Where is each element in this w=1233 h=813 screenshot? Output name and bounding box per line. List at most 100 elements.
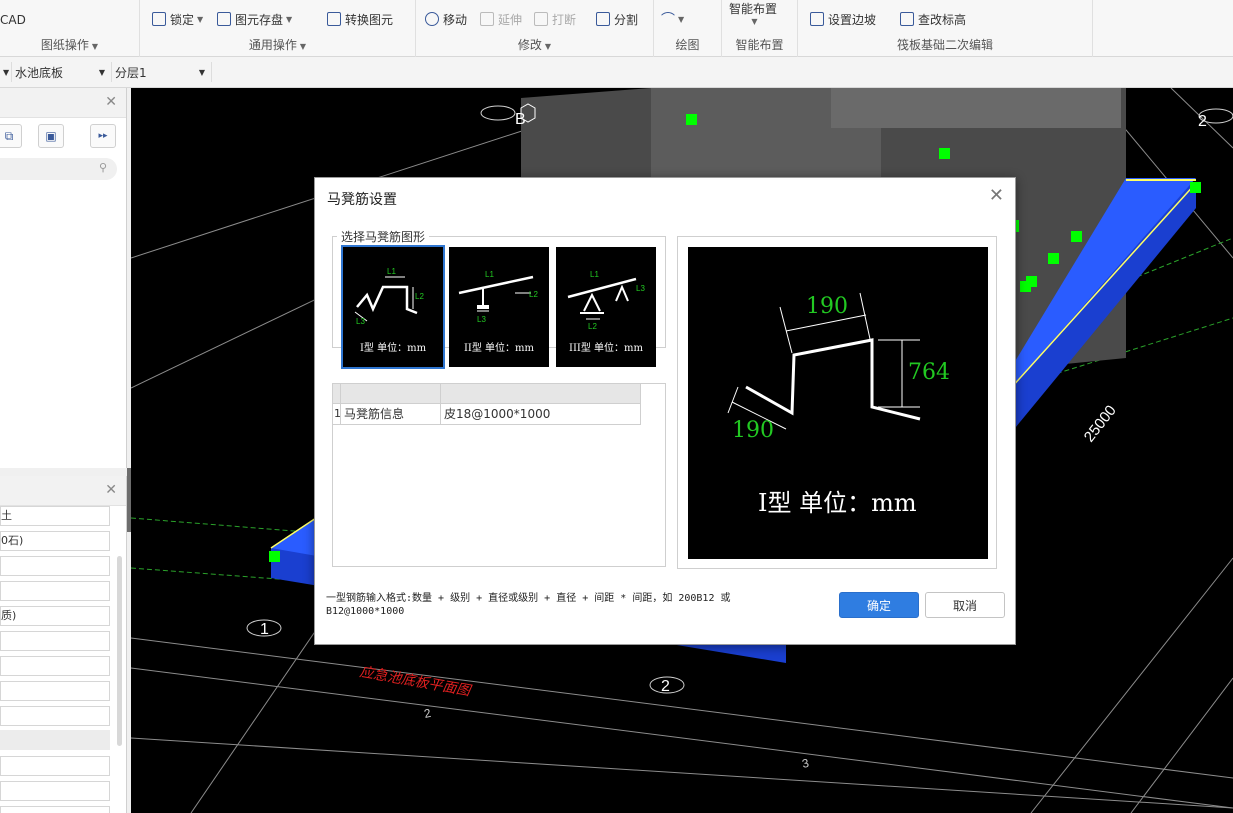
copy-icon: ⧉ (4, 128, 14, 143)
convert-element-button[interactable]: 转换图元 (327, 10, 393, 28)
axis-label: B (515, 111, 526, 128)
caret-down-icon: ▼ (751, 17, 758, 26)
shape-option-type-3[interactable]: L1 L3 L2 III型 单位：mm (556, 247, 656, 367)
lock-icon (152, 12, 166, 26)
property-value[interactable] (0, 706, 110, 726)
shape-option-type-2[interactable]: L1 L2 L3 II型 单位：mm (449, 247, 549, 367)
property-value[interactable] (0, 581, 110, 601)
lock-button[interactable]: 锁定 ▼ (152, 10, 203, 28)
cancel-button[interactable]: 取消 (925, 592, 1005, 618)
ribbon-group-draw: ⌒ ▼ 绘图 (654, 0, 722, 57)
thumb-caption: II型 单位：mm (463, 343, 535, 354)
dimension-label: 25000 (1081, 402, 1120, 445)
move-icon (425, 12, 439, 26)
caret-down-icon: ▼ (91, 42, 99, 51)
layer-copy-icon: ▣ (45, 129, 57, 143)
selector-bar: ▼ 水池底板 ▼ 分层1 ▼ (0, 57, 1233, 88)
arc-draw-button[interactable]: ⌒ ▼ (661, 10, 684, 28)
property-value[interactable] (0, 656, 110, 676)
layer-copy-button[interactable]: ▣ (38, 124, 64, 148)
close-icon[interactable]: ✕ (105, 94, 117, 110)
break-button[interactable]: 打断 (534, 10, 576, 28)
close-icon[interactable]: ✕ (989, 185, 1004, 206)
property-value[interactable] (0, 681, 110, 701)
property-value[interactable]: 0石) (0, 531, 110, 551)
caret-down-icon: ▼ (544, 42, 552, 51)
axis-label: 2 (1198, 113, 1207, 130)
preview-caption: I型 单位：mm (758, 489, 917, 517)
shape-option-type-1[interactable]: L1 L2 L3 I型 单位：mm (341, 245, 445, 369)
save-element-button[interactable]: 图元存盘 ▼ (217, 10, 292, 28)
close-icon[interactable]: ✕ (105, 482, 117, 498)
ribbon-group-label[interactable]: 通用操作 ▼ (140, 36, 415, 53)
axis-label: 2 (661, 678, 670, 695)
property-group-row[interactable] (0, 730, 110, 750)
property-value[interactable]: 土 (0, 506, 110, 526)
svg-text:L1: L1 (485, 270, 494, 279)
header-cell (441, 384, 641, 403)
ribbon-group-label: 筏板基础二次编辑 (896, 38, 993, 52)
copy-button[interactable]: ⧉ (0, 124, 22, 148)
ribbon-group-label: 智能布置 (735, 38, 784, 52)
edit-elevation-button[interactable]: 查改标高 (900, 10, 966, 28)
split-button[interactable]: 分割 (596, 10, 638, 28)
property-value[interactable] (0, 631, 110, 651)
property-value[interactable] (0, 806, 110, 813)
ribbon-group-smart-layout: 智能布置 ▼ 智能布置 (722, 0, 798, 57)
double-chevron-right-icon: ▸▸ (98, 131, 108, 141)
thumb-caption: III型 单位：mm (569, 343, 643, 354)
svg-text:L3: L3 (356, 317, 365, 326)
caret-down-icon: ▼ (678, 14, 685, 24)
drawing-title: 应急池底板平面图 (358, 664, 473, 700)
type-1-preview-drawing: 190 764 190 I型 单位：mm (727, 292, 950, 517)
dim-right-label: 764 (908, 360, 950, 385)
cad-button[interactable]: CAD (0, 11, 26, 29)
axis-label: 3 (801, 756, 811, 771)
svg-text:L2: L2 (529, 290, 538, 299)
caret-down-icon: ▼ (197, 14, 204, 24)
scrollbar[interactable] (117, 556, 122, 746)
ribbon: CAD 图纸操作 ▼ 锁定 ▼ 图元存盘 ▼ 转换图元 通用操作 ▼ 移动 延伸 打断 … (0, 0, 1233, 57)
properties-panel: ✕ 土 0石) 质) (0, 476, 127, 813)
expand-button[interactable]: ▸▸ (90, 124, 116, 148)
caret-down-icon: ▼ (3, 67, 10, 77)
ok-button[interactable]: 确定 (839, 592, 919, 618)
component-combo[interactable]: 水池底板 ▼ (12, 62, 112, 82)
ribbon-group-label: 绘图 (675, 38, 700, 52)
property-value[interactable]: 质) (0, 606, 110, 626)
axis-label: 1 (260, 621, 269, 638)
preview-canvas: 190 764 190 I型 单位：mm (688, 247, 988, 559)
smart-layout-button[interactable]: 智能布置 ▼ (729, 0, 777, 30)
svg-text:L3: L3 (636, 284, 645, 293)
set-slope-button[interactable]: 设置边坡 (810, 10, 876, 28)
save-element-icon (217, 12, 231, 26)
shape-group-label: 选择马凳筋图形 (337, 228, 430, 245)
ribbon-group-modify: 移动 延伸 打断 分割 修改 ▼ (416, 0, 654, 57)
ribbon-group-drawing-ops: CAD 图纸操作 ▼ (0, 0, 140, 57)
row-value-cell[interactable]: ⽪18@1000*1000 (441, 404, 641, 424)
svg-text:L1: L1 (387, 267, 396, 276)
caret-down-icon: ▼ (286, 14, 293, 24)
ribbon-group-label[interactable]: 修改 ▼ (416, 36, 653, 53)
input-format-hint: 一型钢筋输入格式:数量 + 级别 + 直径或级别 + 直径 + 间距 * 间距，… (326, 593, 731, 617)
property-value[interactable] (0, 756, 110, 776)
search-input[interactable]: ⚲ (0, 158, 117, 180)
split-icon (596, 12, 610, 26)
convert-icon (327, 12, 341, 26)
combo-left[interactable]: ▼ (0, 62, 12, 82)
ribbon-group-common-ops: 锁定 ▼ 图元存盘 ▼ 转换图元 通用操作 ▼ (140, 0, 416, 57)
ribbon-group-label[interactable]: 图纸操作 ▼ (0, 36, 139, 53)
break-icon (534, 12, 548, 26)
property-value[interactable] (0, 781, 110, 801)
move-button[interactable]: 移动 (425, 10, 467, 28)
slope-icon (810, 12, 824, 26)
layer-combo[interactable]: 分层1 ▼ (112, 62, 212, 82)
extend-button[interactable]: 延伸 (480, 10, 522, 28)
property-value[interactable] (0, 556, 110, 576)
component-list-panel: ✕ ⧉ ▣ ▸▸ ⚲ (0, 88, 127, 468)
ribbon-group-raft-edit: 设置边坡 查改标高 筏板基础二次编辑 (798, 0, 1093, 57)
search-icon: ⚲ (98, 161, 107, 174)
table-row[interactable]: 1 马凳筋信息 ⽪18@1000*1000 (333, 404, 641, 425)
elevation-icon (900, 12, 914, 26)
extend-icon (480, 12, 494, 26)
